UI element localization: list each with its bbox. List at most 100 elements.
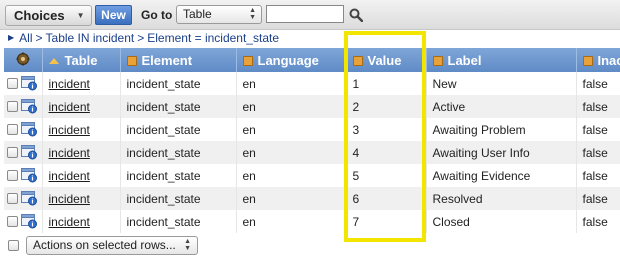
cell-value: 4 (346, 141, 427, 164)
breadcrumb-item-element[interactable]: Element = incident_state (147, 31, 279, 45)
column-menu-icon (126, 55, 137, 66)
choices-table: Table Element Language Value Label Inac … (4, 48, 620, 233)
cell-element: incident_state (120, 164, 237, 187)
column-menu-icon (432, 55, 443, 66)
row-checkbox[interactable] (7, 124, 18, 136)
goto-select-value: Table (183, 7, 212, 21)
search-input[interactable] (266, 5, 344, 23)
column-label: Language (257, 52, 319, 68)
svg-text:i: i (31, 83, 33, 91)
cell-table[interactable]: incident (42, 164, 121, 187)
table-body: i incident incident_state en 1 New false i incid… (4, 72, 620, 233)
cell-inactive: false (576, 141, 620, 164)
breadcrumb-item-table[interactable]: Table IN incident (46, 31, 135, 45)
row-checkbox[interactable] (7, 147, 18, 159)
search-icon[interactable] (349, 8, 363, 22)
cell-table[interactable]: incident (42, 95, 121, 118)
table-row[interactable]: i incident incident_state en 2 Active false (4, 95, 620, 118)
column-menu-icon (352, 55, 363, 66)
column-header-language[interactable]: Language (236, 48, 347, 72)
cell-value: 3 (346, 118, 427, 141)
cell-value: 1 (346, 72, 427, 95)
reference-icon[interactable]: i (21, 191, 38, 206)
cell-label: Awaiting User Info (426, 141, 577, 164)
cell-value: 2 (346, 95, 427, 118)
row-checkbox[interactable] (7, 101, 18, 113)
actions-select[interactable]: Actions on selected rows... ▲ ▼ (26, 236, 198, 255)
row-select-cell: i (4, 118, 43, 141)
column-header-inactive[interactable]: Inac (576, 48, 620, 72)
column-label: Value (367, 52, 402, 68)
record-link[interactable]: incident (49, 215, 90, 229)
column-menu-icon (242, 55, 253, 66)
record-link[interactable]: incident (49, 123, 90, 137)
table-row[interactable]: i incident incident_state en 6 Resolved false (4, 187, 620, 210)
column-label: Inac (597, 52, 620, 68)
reference-icon[interactable]: i (21, 214, 38, 229)
reference-icon[interactable]: i (21, 168, 38, 183)
row-checkbox[interactable] (7, 170, 18, 182)
record-link[interactable]: incident (49, 77, 90, 91)
table-row[interactable]: i incident incident_state en 4 Awaiting User … (4, 141, 620, 164)
cell-label: Resolved (426, 187, 577, 210)
cell-language: en (236, 95, 347, 118)
cell-inactive: false (576, 164, 620, 187)
cell-value: 7 (346, 210, 427, 233)
gear-icon[interactable] (16, 52, 30, 66)
cell-element: incident_state (120, 95, 237, 118)
column-label: Table (64, 52, 98, 68)
select-arrows-icon: ▲ ▼ (184, 238, 191, 252)
cell-label: Awaiting Problem (426, 118, 577, 141)
cell-value: 6 (346, 187, 427, 210)
cell-language: en (236, 210, 347, 233)
record-link[interactable]: incident (49, 192, 90, 206)
svg-text:i: i (31, 175, 33, 183)
row-checkbox[interactable] (7, 78, 18, 90)
actions-select-value: Actions on selected rows... (33, 238, 176, 252)
choices-menu-button[interactable]: Choices ▼ (5, 5, 92, 26)
column-settings-header[interactable] (4, 48, 43, 72)
breadcrumb: ▶ All > Table IN incident > Element = in… (8, 31, 279, 45)
record-link[interactable]: incident (49, 100, 90, 114)
list-toolbar: Choices ▼ New Go to Table ▲ ▼ (0, 0, 620, 30)
table-row[interactable]: i incident incident_state en 5 Awaiting Evide… (4, 164, 620, 187)
cell-table[interactable]: incident (42, 72, 121, 95)
row-checkbox[interactable] (7, 216, 18, 228)
column-header-label[interactable]: Label (426, 48, 577, 72)
cell-label: Active (426, 95, 577, 118)
cell-inactive: false (576, 95, 620, 118)
record-link[interactable]: incident (49, 146, 90, 160)
table-row[interactable]: i incident incident_state en 3 Awaiting Probl… (4, 118, 620, 141)
table-row[interactable]: i incident incident_state en 7 Closed false (4, 210, 620, 233)
cell-element: incident_state (120, 118, 237, 141)
row-select-cell: i (4, 141, 43, 164)
cell-inactive: false (576, 118, 620, 141)
reference-icon[interactable]: i (21, 99, 38, 114)
column-label: Label (447, 52, 482, 68)
breadcrumb-separator: > (35, 31, 43, 45)
cell-table[interactable]: incident (42, 141, 121, 164)
cell-element: incident_state (120, 210, 237, 233)
record-link[interactable]: incident (49, 169, 90, 183)
new-button[interactable]: New (95, 5, 132, 25)
column-header-table[interactable]: Table (42, 48, 121, 72)
select-arrows-icon: ▲ ▼ (249, 7, 256, 21)
cell-element: incident_state (120, 72, 237, 95)
reference-icon[interactable]: i (21, 76, 38, 91)
cell-table[interactable]: incident (42, 187, 121, 210)
reference-icon[interactable]: i (21, 145, 38, 160)
table-row[interactable]: i incident incident_state en 1 New false (4, 72, 620, 95)
select-all-checkbox[interactable] (8, 240, 19, 251)
reference-icon[interactable]: i (21, 122, 38, 137)
column-header-value[interactable]: Value (346, 48, 427, 72)
svg-text:i: i (31, 106, 33, 114)
breadcrumb-item-all[interactable]: All (19, 31, 32, 45)
cell-language: en (236, 118, 347, 141)
column-header-element[interactable]: Element (120, 48, 237, 72)
cell-language: en (236, 72, 347, 95)
cell-table[interactable]: incident (42, 210, 121, 233)
cell-value: 5 (346, 164, 427, 187)
goto-field-select[interactable]: Table ▲ ▼ (176, 5, 262, 24)
cell-table[interactable]: incident (42, 118, 121, 141)
row-checkbox[interactable] (7, 193, 18, 205)
